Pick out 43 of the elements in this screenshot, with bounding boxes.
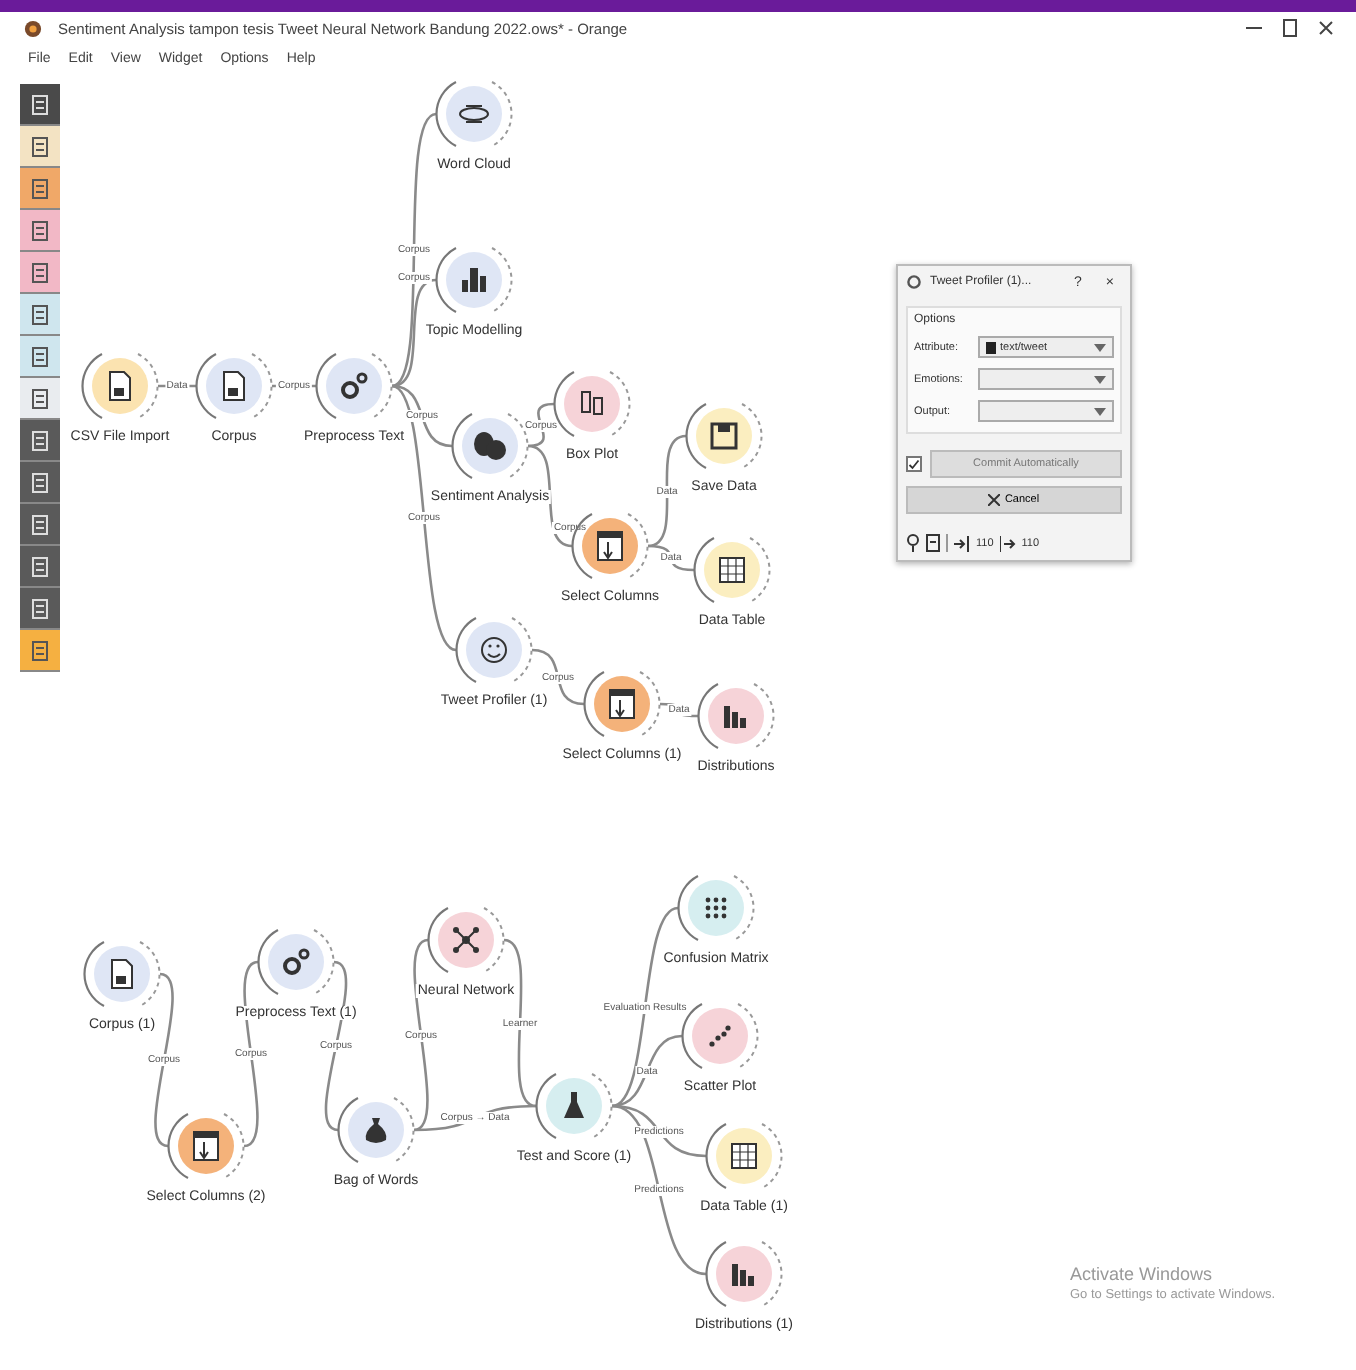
category-icon <box>30 513 50 535</box>
activation-title: Activate Windows <box>1070 1264 1215 1284</box>
document-icon[interactable] <box>926 534 940 552</box>
category-icon <box>30 387 50 409</box>
toolbox-category[interactable] <box>20 546 60 588</box>
toolbox-category[interactable] <box>20 126 60 168</box>
category-icon <box>30 219 50 241</box>
category-icon <box>30 93 50 115</box>
connection-line <box>531 648 585 706</box>
toolbox-category[interactable] <box>20 336 60 378</box>
toolbox-category[interactable] <box>20 294 60 336</box>
category-icon <box>30 597 50 619</box>
toolbox-category[interactable] <box>20 168 60 210</box>
app-icon <box>24 19 42 37</box>
category-icon <box>30 177 50 199</box>
help-icon[interactable] <box>906 534 920 552</box>
caret-icon <box>1094 407 1106 415</box>
category-icon <box>30 135 50 157</box>
toolbox-category[interactable] <box>20 210 60 252</box>
close-icon[interactable] <box>1316 18 1336 38</box>
toolbox-category[interactable] <box>20 504 60 546</box>
toolbox-category[interactable] <box>20 630 60 672</box>
close-icon <box>988 494 1001 506</box>
toolbox-category[interactable] <box>20 378 60 420</box>
caret-icon <box>1094 375 1106 383</box>
gear-icon <box>906 274 922 290</box>
category-icon <box>30 261 50 283</box>
category-icon <box>30 429 50 451</box>
restore-icon[interactable] <box>1280 18 1300 38</box>
toolbox-category[interactable] <box>20 84 60 126</box>
category-icon <box>30 345 50 367</box>
category-icon <box>30 555 50 577</box>
toolbox-category[interactable] <box>20 462 60 504</box>
output-icon <box>999 535 1016 551</box>
toolbox-category[interactable] <box>20 588 60 630</box>
checkbox[interactable] <box>906 456 922 472</box>
caret-icon <box>1094 343 1106 351</box>
category-icon <box>30 471 50 493</box>
category-icon <box>30 303 50 325</box>
toolbox-category[interactable] <box>20 420 60 462</box>
category-icon <box>30 639 50 661</box>
toolbox-category[interactable] <box>20 252 60 294</box>
input-icon <box>954 535 970 551</box>
